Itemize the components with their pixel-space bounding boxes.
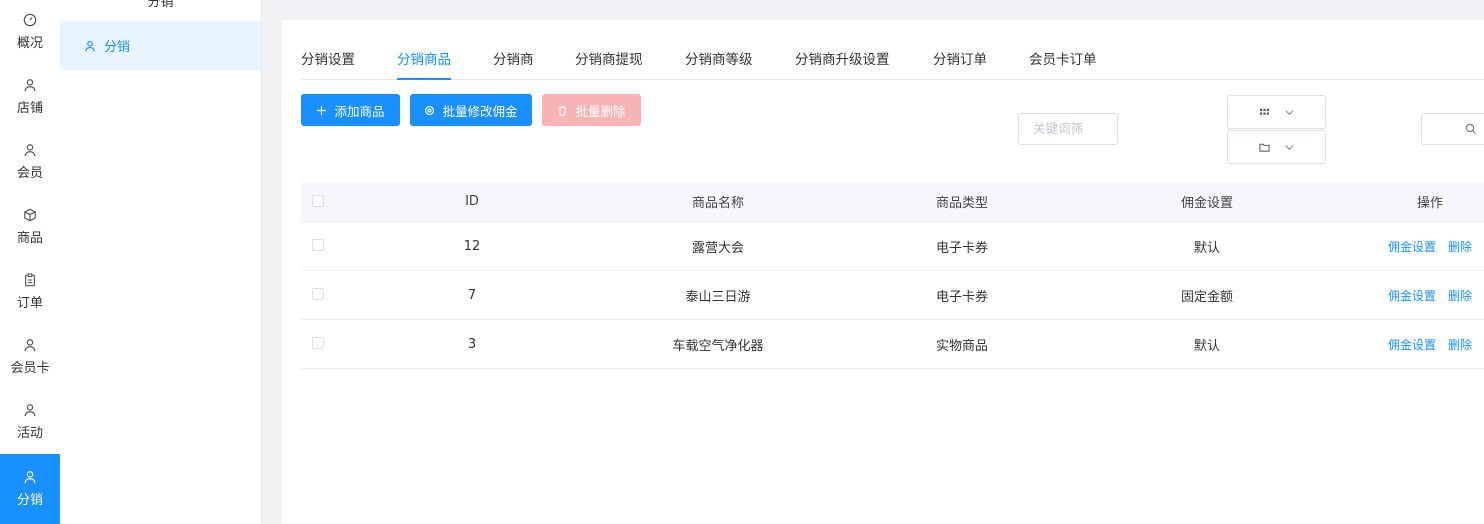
- category-select[interactable]: [1227, 95, 1326, 129]
- batch-delete-button[interactable]: 批量删除: [542, 94, 641, 126]
- select-all-checkbox[interactable]: [312, 195, 324, 207]
- tab-distribution-settings[interactable]: 分销设置: [301, 50, 355, 79]
- keyword-filter-input[interactable]: 关键词筛: [1018, 113, 1118, 145]
- cell-commission: 默认: [1193, 240, 1221, 256]
- nav-item-activities[interactable]: 活动: [0, 389, 60, 454]
- commission-settings-link[interactable]: 佣金设置: [1388, 336, 1436, 353]
- clipboard-icon: [25, 272, 35, 286]
- table-row: 7 泰山三日游 电子卡券 固定金额 佣金设置 删除: [301, 271, 1484, 320]
- user-icon: [24, 471, 36, 484]
- column-header-type: 商品类型: [935, 196, 989, 211]
- add-product-label: 添加商品: [334, 103, 385, 119]
- commission-settings-link[interactable]: 佣金设置: [1388, 287, 1436, 304]
- tab-distribution-products[interactable]: 分销商品: [397, 50, 451, 80]
- nav-item-products[interactable]: 商品: [0, 194, 60, 259]
- grid-icon: [1259, 108, 1269, 115]
- batch-edit-commission-button[interactable]: 批量修改佣金: [410, 94, 532, 126]
- delete-link[interactable]: 删除: [1448, 238, 1472, 255]
- nav-label: 店铺: [16, 100, 43, 116]
- column-header-id: ID: [465, 194, 479, 209]
- column-header-commission: 佣金设置: [1180, 196, 1234, 211]
- cell-product-type: 电子卡券: [935, 240, 989, 256]
- add-product-button[interactable]: 添加商品: [301, 94, 400, 126]
- table-row: 12 露营大会 电子卡券 默认 佣金设置 删除: [301, 222, 1484, 271]
- tab-distribution-orders[interactable]: 分销订单: [933, 50, 987, 79]
- row-checkbox[interactable]: [312, 337, 324, 349]
- tab-bar: 分销设置 分销商品 分销商 分销商提现 分销商等级 分销商升级设置 分销订单 会…: [301, 50, 1484, 80]
- nav-item-overview[interactable]: 概况: [0, 0, 60, 64]
- cell-commission: 默认: [1193, 338, 1221, 354]
- user-icon: [24, 338, 36, 351]
- cell-product-type: 实物商品: [935, 338, 989, 354]
- tab-distributors[interactable]: 分销商: [493, 50, 534, 79]
- user-icon: [24, 78, 36, 91]
- row-actions: 佣金设置 删除: [1388, 222, 1472, 270]
- nav-label: 分销: [16, 493, 43, 508]
- nav-label: 活动: [16, 425, 43, 441]
- cell-id: 7: [467, 287, 477, 303]
- row-checkbox[interactable]: [312, 288, 324, 300]
- box-icon: [24, 208, 36, 221]
- nav-label: 商品: [16, 230, 43, 246]
- sub-sidebar: 分销 分销: [60, 0, 262, 524]
- tab-distributor-levels[interactable]: 分销商等级: [685, 50, 753, 79]
- nav-item-store[interactable]: 店铺: [0, 64, 60, 129]
- nav-item-member-card[interactable]: 会员卡: [0, 324, 60, 389]
- tab-withdrawals[interactable]: 分销商提现: [575, 50, 643, 79]
- table-header: ID 商品名称 商品类型 佣金设置 操作: [301, 182, 1484, 222]
- user-icon: [85, 40, 95, 51]
- sub-sidebar-title: 分销: [147, 0, 174, 10]
- sub-sidebar-item-label: 分销: [104, 40, 131, 55]
- nav-label: 概况: [16, 35, 43, 51]
- table-row: 3 车载空气净化器 实物商品 默认 佣金设置 删除: [301, 320, 1484, 369]
- gauge-icon: [23, 13, 37, 26]
- column-header-name: 商品名称: [691, 196, 745, 211]
- search-box[interactable]: [1421, 113, 1484, 145]
- plus-icon: [317, 105, 327, 115]
- search-icon: [1465, 123, 1476, 134]
- commission-settings-link[interactable]: 佣金设置: [1388, 238, 1436, 255]
- row-checkbox[interactable]: [312, 239, 324, 251]
- tab-upgrade-settings[interactable]: 分销商升级设置: [795, 50, 890, 79]
- nav-item-members[interactable]: 会员: [0, 129, 60, 194]
- user-icon: [24, 403, 36, 416]
- nav-label: 会员: [16, 165, 43, 181]
- trash-icon: [559, 105, 567, 116]
- user-icon: [24, 143, 36, 156]
- nav-label: 会员卡: [10, 360, 50, 376]
- nav-item-orders[interactable]: 订单: [0, 259, 60, 324]
- row-actions: 佣金设置 删除: [1388, 271, 1472, 319]
- nav-label: 订单: [16, 295, 43, 311]
- cell-id: 3: [467, 336, 477, 352]
- column-header-actions: 操作: [1416, 196, 1444, 211]
- gear-icon: [425, 105, 435, 115]
- cell-commission: 固定金额: [1180, 289, 1234, 305]
- sub-sidebar-item-distribution[interactable]: 分销: [60, 21, 261, 70]
- cell-product-name: 露营大会: [691, 240, 745, 256]
- row-actions: 佣金设置 删除: [1388, 320, 1472, 368]
- batch-delete-label: 批量删除: [575, 103, 626, 119]
- chevron-down-icon: [1284, 144, 1294, 150]
- tab-member-card-orders[interactable]: 会员卡订单: [1029, 50, 1097, 79]
- nav-item-distribution[interactable]: 分销: [0, 454, 60, 524]
- chevron-down-icon: [1284, 109, 1294, 115]
- delete-link[interactable]: 删除: [1448, 336, 1472, 353]
- cell-product-type: 电子卡券: [935, 289, 989, 305]
- group-select[interactable]: [1227, 130, 1326, 164]
- cell-id: 12: [463, 238, 481, 254]
- cell-product-name: 泰山三日游: [685, 289, 751, 305]
- main-nav: 概况 店铺 会员 商品 订单 会员卡 活动 分销: [0, 0, 60, 524]
- folder-icon: [1258, 143, 1270, 152]
- cell-product-name: 车载空气净化器: [672, 338, 764, 354]
- delete-link[interactable]: 删除: [1448, 287, 1472, 304]
- batch-edit-commission-label: 批量修改佣金: [442, 103, 518, 119]
